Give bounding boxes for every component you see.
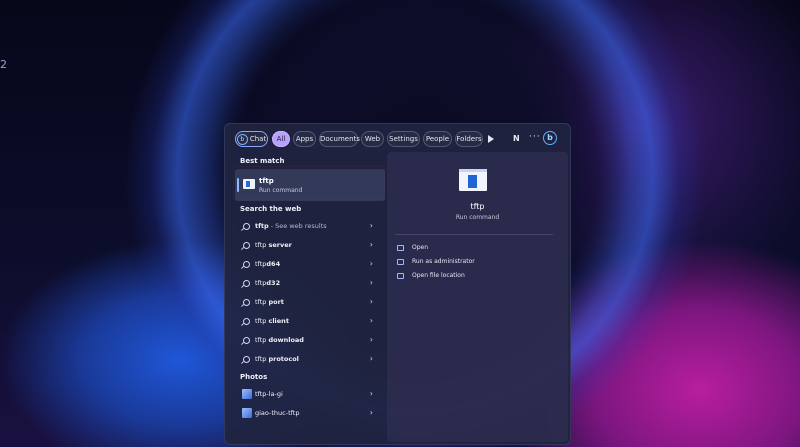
photos-heading: Photos: [240, 373, 268, 381]
web-result-term: tftp: [255, 222, 269, 230]
search-web-heading: Search the web: [240, 205, 302, 213]
best-match-type: Run command: [259, 187, 303, 194]
more-options-icon[interactable]: ···: [529, 132, 541, 142]
tab-apps[interactable]: Apps: [293, 131, 316, 147]
run-command-large-icon: [459, 169, 487, 191]
preview-divider: [395, 234, 553, 235]
search-icon: [243, 356, 250, 363]
folder-icon: [397, 273, 404, 279]
search-icon: [243, 223, 250, 230]
photo-name: giao-thuc-tftp: [255, 409, 300, 417]
photo-name: tftp-la-gi: [255, 390, 283, 398]
web-result-completion: client: [268, 317, 289, 325]
run-command-icon: [243, 179, 255, 189]
results-list: Best match tftp Run command Search the w…: [225, 152, 385, 444]
search-icon: [243, 261, 250, 268]
web-result-item[interactable]: tftp client ›: [235, 313, 385, 331]
tab-folders[interactable]: Folders: [455, 131, 483, 147]
chevron-right-icon: ›: [369, 278, 373, 287]
action-run-as-admin-label: Run as administrator: [412, 258, 475, 265]
tab-chat-label: Chat: [249, 135, 267, 143]
chevron-right-icon: ›: [369, 221, 373, 230]
chevron-right-icon: ›: [369, 297, 373, 306]
photo-result-item[interactable]: tftp-la-gi ›: [235, 386, 385, 404]
best-match-name: tftp: [259, 177, 274, 185]
action-open-file-location-label: Open file location: [412, 272, 465, 279]
web-result-term: tftp: [255, 260, 267, 268]
photo-result-item[interactable]: giao-thuc-tftp ›: [235, 405, 385, 423]
search-filter-bar: b Chat All Apps Documents Web Settings Pe…: [225, 124, 570, 152]
search-icon: [243, 242, 250, 249]
web-result-item[interactable]: tftp server ›: [235, 237, 385, 255]
tab-all[interactable]: All: [272, 131, 290, 147]
selection-indicator: [237, 178, 239, 192]
web-result-item[interactable]: tftp port ›: [235, 294, 385, 312]
chevron-right-icon: ›: [369, 316, 373, 325]
web-result-term: tftp: [255, 355, 269, 363]
web-result-completion: server: [268, 241, 292, 249]
chevron-right-icon: ›: [369, 354, 373, 363]
web-result-suffix: - See web results: [268, 222, 327, 230]
web-result-term: tftp: [255, 317, 269, 325]
web-result-completion: port: [268, 298, 284, 306]
search-icon: [243, 299, 250, 306]
desktop-edge-mark: 2: [0, 58, 7, 71]
search-icon: [243, 337, 250, 344]
tab-chat[interactable]: b Chat: [235, 131, 268, 147]
preview-pane: tftp Run command Open Run as administrat…: [387, 152, 568, 442]
web-result-term: tftp: [255, 241, 269, 249]
search-icon: [243, 280, 250, 287]
web-result-item[interactable]: tftp download ›: [235, 332, 385, 350]
web-result-item[interactable]: tftp protocol ›: [235, 351, 385, 369]
web-result-completion: protocol: [268, 355, 299, 363]
web-result-item[interactable]: tftpd32 ›: [235, 275, 385, 293]
web-result-item[interactable]: tftpd64 ›: [235, 256, 385, 274]
chevron-right-icon: ›: [369, 259, 373, 268]
tab-settings[interactable]: Settings: [387, 131, 420, 147]
web-result-term: tftp: [255, 298, 269, 306]
chevron-right-icon: ›: [369, 335, 373, 344]
web-result-term: tftp: [255, 279, 267, 287]
best-match-heading: Best match: [240, 157, 285, 165]
search-icon: [243, 318, 250, 325]
preview-subtitle: Run command: [455, 214, 500, 221]
web-result-completion: d64: [266, 260, 281, 268]
chevron-right-icon: ›: [369, 408, 373, 417]
photo-thumbnail-icon: [242, 389, 252, 399]
tab-web[interactable]: Web: [361, 131, 384, 147]
action-open-label: Open: [412, 244, 429, 251]
bing-icon[interactable]: b: [543, 131, 557, 145]
tab-documents[interactable]: Documents: [319, 131, 360, 147]
preview-title: tftp: [470, 202, 485, 211]
web-result-term: tftp: [255, 336, 269, 344]
web-result-item[interactable]: tftp - See web results ›: [235, 218, 385, 236]
start-search-panel: b Chat All Apps Documents Web Settings Pe…: [224, 123, 571, 445]
open-icon: [397, 245, 404, 251]
user-avatar[interactable]: N: [513, 134, 520, 143]
bing-chat-icon: b: [236, 133, 248, 145]
chevron-right-icon: ›: [369, 240, 373, 249]
tab-people[interactable]: People: [423, 131, 452, 147]
more-tabs-play-icon[interactable]: [488, 135, 494, 143]
photo-thumbnail-icon: [242, 408, 252, 418]
web-result-completion: d32: [266, 279, 281, 287]
chevron-right-icon: ›: [369, 389, 373, 398]
best-match-item[interactable]: tftp Run command: [235, 169, 385, 201]
shield-icon: [397, 259, 404, 265]
web-result-completion: download: [268, 336, 304, 344]
